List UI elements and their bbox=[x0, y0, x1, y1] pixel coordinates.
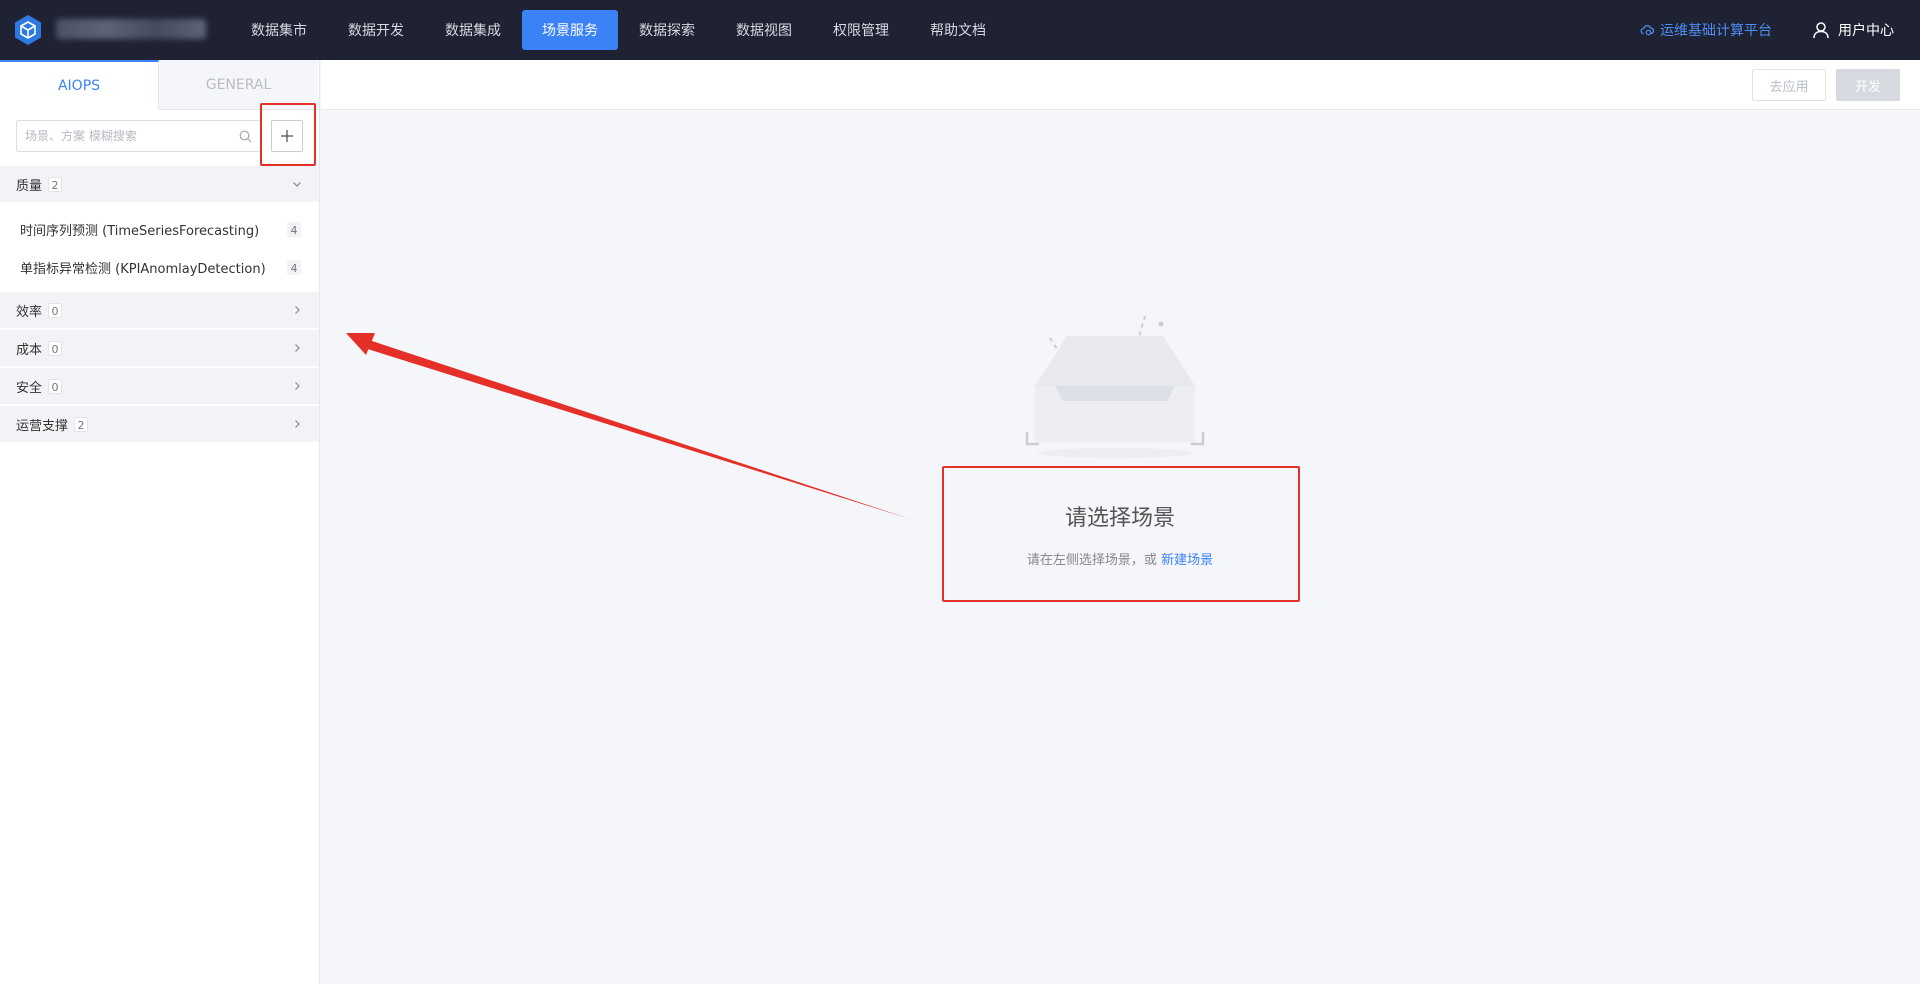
group-name: 运营支撑 bbox=[16, 418, 69, 434]
empty-inbox-icon bbox=[1025, 315, 1205, 458]
group-cost[interactable]: 成本 0 bbox=[0, 330, 319, 366]
chevron-down-icon bbox=[293, 182, 301, 187]
platform-name-blurred bbox=[56, 19, 206, 39]
top-right-area: 运维基础计算平台 用户中心 bbox=[1640, 0, 1920, 60]
group-name: 效率 bbox=[16, 304, 43, 320]
group-count-badge: 0 bbox=[48, 302, 63, 318]
nav-item-data-dev[interactable]: 数据开发 bbox=[328, 10, 424, 50]
user-center-label: 用户中心 bbox=[1838, 23, 1894, 39]
main-toolbar: 去应用 开发 bbox=[321, 60, 1920, 110]
top-navbar: 数据集市 数据开发 数据集成 场景服务 数据探索 数据视图 权限管理 帮助文档 … bbox=[0, 0, 1920, 60]
nav-item-data-integration[interactable]: 数据集成 bbox=[425, 10, 521, 50]
nav-item-data-explore[interactable]: 数据探索 bbox=[619, 10, 715, 50]
group-name: 安全 bbox=[16, 380, 43, 396]
user-center-button[interactable]: 用户中心 bbox=[1812, 20, 1894, 40]
chevron-right-icon bbox=[295, 382, 300, 390]
group-efficiency[interactable]: 效率 0 bbox=[0, 292, 319, 328]
group-count-badge: 0 bbox=[48, 340, 63, 356]
group-count-badge: 2 bbox=[74, 416, 89, 432]
scene-item-time-series-forecasting[interactable]: 时间序列预测 (TimeSeriesForecasting) 4 bbox=[0, 210, 319, 248]
group-security[interactable]: 安全 0 bbox=[0, 368, 319, 404]
scene-item-label: 单指标异常检测 (KPIAnomlayDetection) bbox=[20, 261, 266, 277]
apply-button[interactable]: 去应用 bbox=[1752, 69, 1826, 101]
chevron-right-icon bbox=[295, 420, 300, 428]
group-name: 质量 bbox=[16, 178, 43, 194]
scene-item-label: 时间序列预测 (TimeSeriesForecasting) bbox=[20, 223, 260, 239]
platform-logo-icon[interactable] bbox=[12, 14, 44, 46]
group-quality-items: 时间序列预测 (TimeSeriesForecasting) 4 单指标异常检测… bbox=[0, 204, 319, 292]
annotation-box-add-button bbox=[260, 103, 316, 166]
group-name: 成本 bbox=[16, 342, 43, 358]
group-quality[interactable]: 质量 2 bbox=[0, 166, 319, 202]
search-box bbox=[16, 120, 261, 152]
scene-item-count: 4 bbox=[287, 259, 301, 275]
group-count-badge: 0 bbox=[48, 378, 63, 394]
annotation-box-empty-state bbox=[942, 466, 1300, 602]
platform-link-label: 运维基础计算平台 bbox=[1660, 23, 1772, 39]
scene-search-input[interactable] bbox=[25, 129, 239, 143]
user-icon bbox=[1813, 22, 1829, 39]
scene-item-kpi-anomaly-detection[interactable]: 单指标异常检测 (KPIAnomlayDetection) 4 bbox=[0, 248, 319, 286]
platform-switch-link[interactable]: 运维基础计算平台 bbox=[1640, 20, 1772, 40]
scene-item-count: 4 bbox=[287, 221, 301, 237]
nav-item-help-docs[interactable]: 帮助文档 bbox=[910, 10, 1006, 50]
nav-item-data-market[interactable]: 数据集市 bbox=[231, 10, 327, 50]
chevron-right-icon bbox=[295, 306, 300, 314]
nav-item-data-view[interactable]: 数据视图 bbox=[716, 10, 812, 50]
search-icon[interactable] bbox=[239, 130, 252, 143]
cloud-link-icon bbox=[1640, 25, 1654, 36]
scene-sidebar: AIOPS GENERAL 质量 2 时间序列预测 bbox=[0, 60, 320, 984]
group-operation-support[interactable]: 运营支撑 2 bbox=[0, 406, 319, 442]
develop-button[interactable]: 开发 bbox=[1836, 69, 1900, 101]
nav-item-scene-service[interactable]: 场景服务 bbox=[522, 10, 618, 50]
group-count-badge: 2 bbox=[48, 176, 63, 192]
main-nav: 数据集市 数据开发 数据集成 场景服务 数据探索 数据视图 权限管理 帮助文档 bbox=[231, 10, 1007, 50]
tab-aiops[interactable]: AIOPS bbox=[0, 60, 159, 110]
nav-item-permission[interactable]: 权限管理 bbox=[813, 10, 909, 50]
chevron-right-icon bbox=[295, 344, 300, 352]
scene-group-list: 质量 2 时间序列预测 (TimeSeriesForecasting) 4 单指… bbox=[0, 166, 319, 444]
